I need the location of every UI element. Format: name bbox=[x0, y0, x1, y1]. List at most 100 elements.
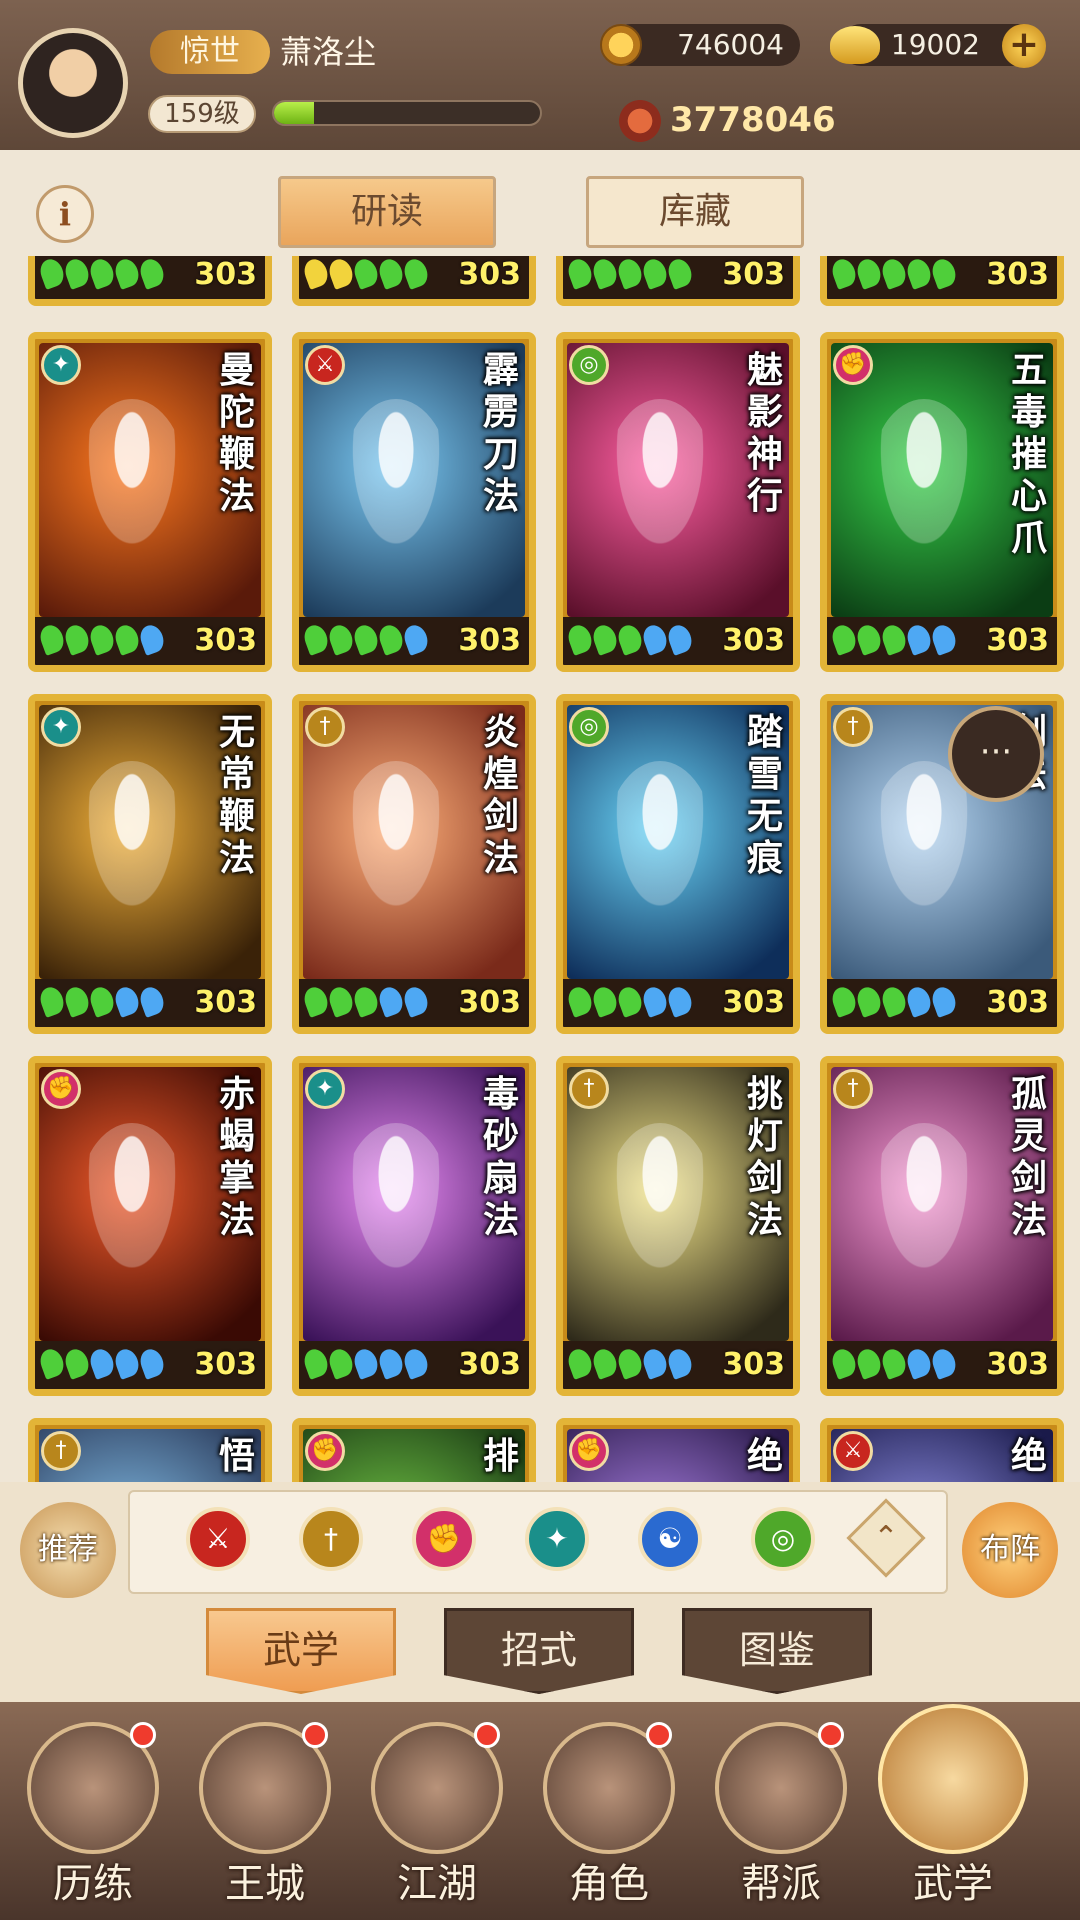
card-name: 挑灯剑法 bbox=[746, 1073, 783, 1241]
nav-label: 帮派 bbox=[741, 1861, 821, 1907]
skill-card[interactable]: † 挑灯剑法 303 bbox=[556, 1056, 800, 1396]
star-drop-icon bbox=[828, 622, 860, 656]
skill-card[interactable]: ✦ 毒砂扇法 303 bbox=[292, 1056, 536, 1396]
star-drop-icon bbox=[664, 622, 696, 656]
star-drop-icon bbox=[664, 256, 696, 290]
star-drop-icon bbox=[928, 1346, 960, 1380]
star-drops bbox=[564, 1346, 696, 1381]
nav-label: 角色 bbox=[569, 1861, 649, 1907]
star-drop-icon bbox=[614, 984, 646, 1018]
tab-storage[interactable]: 库藏 bbox=[586, 176, 804, 248]
tab-moves[interactable]: 招式 bbox=[444, 1608, 634, 1694]
star-drop-icon bbox=[61, 1346, 93, 1380]
card-level: 303 bbox=[986, 985, 1049, 1020]
card-level: 303 bbox=[458, 1347, 521, 1382]
nav-item-1[interactable]: 王城 bbox=[190, 1722, 340, 1912]
card-name: 排 bbox=[482, 1435, 519, 1477]
yinyang-icon[interactable]: ☯ bbox=[638, 1507, 702, 1571]
skill-card[interactable]: ◎ 踏雪无痕 303 bbox=[556, 694, 800, 1034]
card-name: 绝 bbox=[1010, 1435, 1047, 1477]
character-figure bbox=[77, 761, 187, 931]
nav-item-0[interactable]: 历练 bbox=[18, 1722, 168, 1912]
skill-card[interactable]: ✊ 赤蝎掌法 303 bbox=[28, 1056, 272, 1396]
star-drop-icon bbox=[300, 984, 332, 1018]
sword-icon[interactable]: † bbox=[299, 1507, 363, 1571]
nav-item-5[interactable]: 武学 bbox=[878, 1704, 1028, 1907]
card-name: 五毒摧心爪 bbox=[1010, 349, 1047, 559]
skill-card[interactable]: ◎ 魅影神行 303 bbox=[556, 332, 800, 672]
skill-card[interactable]: ✦ 无常鞭法 303 bbox=[28, 694, 272, 1034]
star-drops bbox=[300, 622, 432, 657]
star-drop-icon bbox=[111, 256, 143, 290]
skill-card[interactable]: † 炎煌剑法 303 bbox=[292, 694, 536, 1034]
skill-card[interactable]: 303 bbox=[820, 256, 1064, 306]
skill-card[interactable]: † 孤灵剑法 303 bbox=[820, 1056, 1064, 1396]
fan-icon[interactable]: ✦ bbox=[525, 1507, 589, 1571]
blade-icon[interactable]: ⚔ bbox=[186, 1507, 250, 1571]
skill-card[interactable]: 303 bbox=[28, 256, 272, 306]
skill-card[interactable]: ⚔ 绝 bbox=[820, 1418, 1064, 1482]
sword-icon: † bbox=[833, 1069, 873, 1109]
star-drop-icon bbox=[300, 1346, 332, 1380]
star-drop-icon bbox=[853, 984, 885, 1018]
recommend-button[interactable]: 推荐 bbox=[20, 1502, 116, 1598]
fan-icon: ✦ bbox=[41, 345, 81, 385]
skill-card[interactable]: 303 bbox=[556, 256, 800, 306]
star-drop-icon bbox=[86, 1346, 118, 1380]
nav-label: 武学 bbox=[913, 1861, 993, 1907]
card-name: 绝 bbox=[746, 1435, 783, 1477]
nav-item-4[interactable]: 帮派 bbox=[706, 1722, 856, 1912]
star-drop-icon bbox=[350, 256, 382, 290]
star-drop-icon bbox=[664, 1346, 696, 1380]
blade-icon: ⚔ bbox=[833, 1431, 873, 1471]
tab-martial-arts[interactable]: 武学 bbox=[206, 1608, 396, 1694]
skill-card[interactable]: 303 bbox=[292, 256, 536, 306]
swirl-icon: ◎ bbox=[569, 707, 609, 747]
tab-study[interactable]: 研读 bbox=[278, 176, 496, 248]
nav-item-2[interactable]: 江湖 bbox=[362, 1722, 512, 1912]
star-drop-icon bbox=[928, 984, 960, 1018]
skill-card[interactable]: † 悟 bbox=[28, 1418, 272, 1482]
star-drop-icon bbox=[589, 984, 621, 1018]
star-drop-icon bbox=[878, 256, 910, 290]
card-name: 魅影神行 bbox=[746, 349, 783, 517]
sword-icon: † bbox=[305, 707, 345, 747]
fist-icon: ✊ bbox=[569, 1431, 609, 1471]
player-avatar[interactable] bbox=[18, 28, 128, 138]
fist-icon: ✊ bbox=[833, 345, 873, 385]
notification-dot bbox=[474, 1722, 500, 1748]
card-level: 303 bbox=[722, 623, 785, 658]
coin-icon bbox=[600, 24, 642, 66]
player-title-tag: 惊世 bbox=[150, 30, 270, 74]
add-ingot-button[interactable]: + bbox=[1002, 24, 1046, 68]
skill-card[interactable]: ⚔ 霹雳刀法 303 bbox=[292, 332, 536, 672]
star-drop-icon bbox=[400, 256, 432, 290]
card-name: 孤灵剑法 bbox=[1010, 1073, 1047, 1241]
skill-card[interactable]: ✦ 曼陀鞭法 303 bbox=[28, 332, 272, 672]
info-button[interactable]: i bbox=[36, 185, 94, 243]
character-figure bbox=[341, 399, 451, 569]
star-drop-icon bbox=[136, 984, 168, 1018]
card-name: 曼陀鞭法 bbox=[218, 349, 255, 517]
skill-card[interactable]: ✊ 五毒摧心爪 303 bbox=[820, 332, 1064, 672]
star-drop-icon bbox=[36, 984, 68, 1018]
star-drops bbox=[36, 1346, 168, 1381]
swirl-icon[interactable]: ◎ bbox=[751, 1507, 815, 1571]
nav-item-3[interactable]: 角色 bbox=[534, 1722, 684, 1912]
chat-bubble-icon[interactable]: ··· bbox=[948, 706, 1044, 802]
star-drop-icon bbox=[878, 622, 910, 656]
star-drop-icon bbox=[903, 984, 935, 1018]
fist-icon[interactable]: ✊ bbox=[412, 1507, 476, 1571]
star-drop-icon bbox=[61, 256, 93, 290]
skill-card[interactable]: ✊ 排 bbox=[292, 1418, 536, 1482]
star-drop-icon bbox=[400, 984, 432, 1018]
skill-card-grid[interactable]: 303 303 303 303 ✦ 曼陀鞭法 303 ⚔ 霹雳刀法 303 ◎ 魅影神行 303 ✊ 五毒摧… bbox=[0, 256, 1080, 1482]
star-drop-icon bbox=[639, 256, 671, 290]
notification-dot bbox=[130, 1722, 156, 1748]
skill-card[interactable]: ✊ 绝 bbox=[556, 1418, 800, 1482]
star-drop-icon bbox=[36, 1346, 68, 1380]
formation-button[interactable]: 布阵 bbox=[962, 1502, 1058, 1598]
tab-codex[interactable]: 图鉴 bbox=[682, 1608, 872, 1694]
nav-label: 历练 bbox=[53, 1861, 133, 1907]
character-figure bbox=[341, 1123, 451, 1293]
